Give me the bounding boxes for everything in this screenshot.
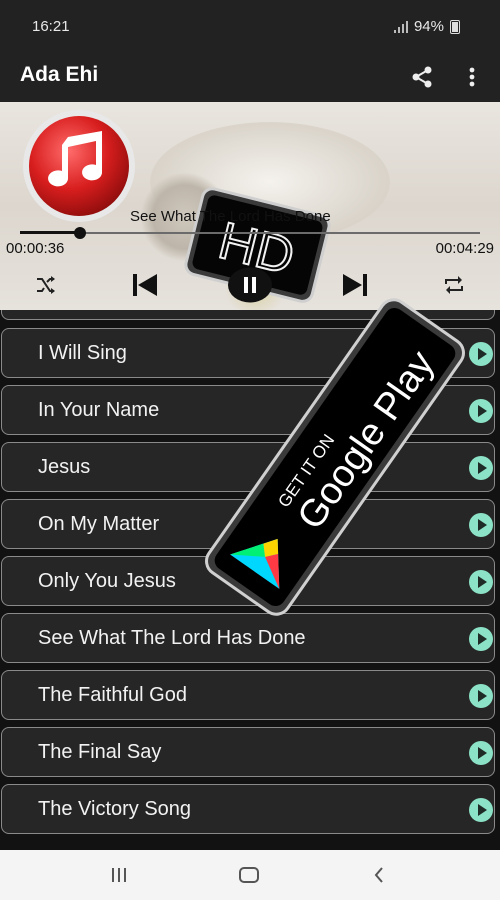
play-track-icon[interactable] — [469, 741, 493, 765]
player-panel: HD See What The Lord Has Done 00:00:36 0… — [0, 102, 500, 310]
track-title: The Faithful God — [38, 684, 187, 706]
track-row[interactable]: The Faithful God — [1, 670, 495, 720]
play-track-icon[interactable] — [469, 684, 493, 708]
previous-button[interactable] — [128, 268, 162, 302]
share-icon[interactable] — [408, 63, 436, 91]
track-title: The Final Say — [38, 741, 162, 763]
track-title: The Victory Song — [38, 798, 192, 820]
status-bar: 16:21 94% — [0, 0, 500, 54]
app-title: Ada Ehi — [20, 63, 99, 86]
track-title: See What The Lord Has Done — [38, 627, 306, 649]
shuffle-button[interactable] — [30, 268, 62, 302]
system-navigation-bar — [0, 850, 500, 900]
track-title: I Will Sing — [38, 342, 127, 364]
track-row[interactable]: The Final Say — [1, 727, 495, 777]
battery-icon — [450, 19, 460, 34]
shuffle-icon — [37, 276, 55, 294]
home-icon — [239, 867, 259, 883]
more-vertical-icon[interactable] — [462, 63, 482, 91]
seek-bar[interactable] — [20, 227, 480, 239]
recent-apps-button[interactable] — [106, 862, 132, 888]
track-title: Only You Jesus — [38, 570, 176, 592]
track-title: In Your Name — [38, 399, 160, 421]
signal-icon — [393, 20, 408, 33]
seek-progress — [20, 231, 80, 234]
play-track-icon[interactable] — [469, 798, 493, 822]
track-row[interactable]: The Victory Song — [1, 784, 495, 834]
back-button[interactable] — [366, 862, 392, 888]
elapsed-time: 00:00:36 — [6, 240, 65, 257]
play-track-icon[interactable] — [469, 627, 493, 651]
status-indicators: 94% — [393, 18, 460, 35]
back-icon — [374, 867, 383, 883]
google-play-badge[interactable]: GET IT ON Google Play — [190, 292, 480, 622]
recent-apps-icon — [112, 868, 126, 882]
battery-percent: 94% — [413, 18, 444, 35]
now-playing-title: See What The Lord Has Done — [130, 208, 331, 225]
total-duration: 00:04:29 — [435, 240, 494, 257]
skip-previous-icon — [133, 274, 157, 296]
app-bar: Ada Ehi — [0, 54, 500, 102]
track-title: On My Matter — [38, 513, 160, 535]
track-title: Jesus — [38, 456, 91, 478]
seek-track — [20, 232, 480, 234]
seek-thumb[interactable] — [73, 227, 86, 239]
status-time: 16:21 — [32, 18, 70, 35]
music-note-icon — [23, 110, 135, 222]
home-button[interactable] — [236, 862, 262, 888]
